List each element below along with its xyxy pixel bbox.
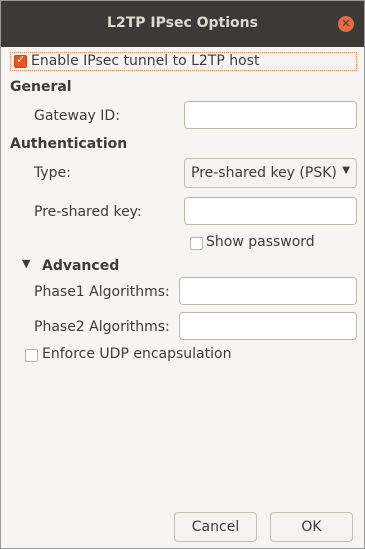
enable-ipsec-label: Enable IPsec tunnel to L2TP host — [31, 53, 260, 69]
gateway-id-label: Gateway ID: — [34, 108, 120, 124]
ok-button[interactable]: OK — [270, 512, 353, 542]
cancel-button[interactable]: Cancel — [174, 512, 257, 542]
authentication-heading: Authentication — [10, 136, 128, 152]
advanced-heading[interactable]: Advanced — [42, 258, 119, 274]
window-title: L2TP IPsec Options — [107, 15, 258, 31]
titlebar: L2TP IPsec Options ✕ — [1, 1, 364, 47]
gateway-id-input[interactable] — [184, 101, 357, 129]
phase1-label: Phase1 Algorithms: — [34, 284, 170, 300]
type-label: Type: — [34, 165, 71, 181]
psk-label: Pre-shared key: — [34, 204, 142, 220]
udp-encapsulation-checkbox[interactable] — [25, 349, 38, 362]
triangle-down-icon[interactable]: ▼ — [22, 257, 30, 270]
auth-type-dropdown[interactable]: Pre-shared key (PSK) ▼ — [184, 158, 357, 188]
phase2-label: Phase2 Algorithms: — [34, 319, 170, 335]
show-password-checkbox[interactable] — [190, 237, 203, 250]
auth-type-value: Pre-shared key (PSK) — [191, 165, 337, 181]
enable-ipsec-checkbox[interactable] — [14, 53, 27, 68]
general-heading: General — [10, 79, 72, 95]
enable-ipsec-row[interactable]: Enable IPsec tunnel to L2TP host — [10, 52, 357, 71]
udp-encapsulation-label: Enforce UDP encapsulation — [42, 346, 232, 362]
close-icon[interactable]: ✕ — [338, 16, 354, 32]
phase1-input[interactable] — [179, 277, 357, 305]
l2tp-ipsec-options-dialog: L2TP IPsec Options ✕ Enable IPsec tunnel… — [0, 0, 365, 549]
phase2-input[interactable] — [179, 312, 357, 340]
psk-input[interactable] — [184, 197, 357, 225]
chevron-down-icon: ▼ — [342, 165, 350, 176]
show-password-label: Show password — [206, 234, 315, 250]
